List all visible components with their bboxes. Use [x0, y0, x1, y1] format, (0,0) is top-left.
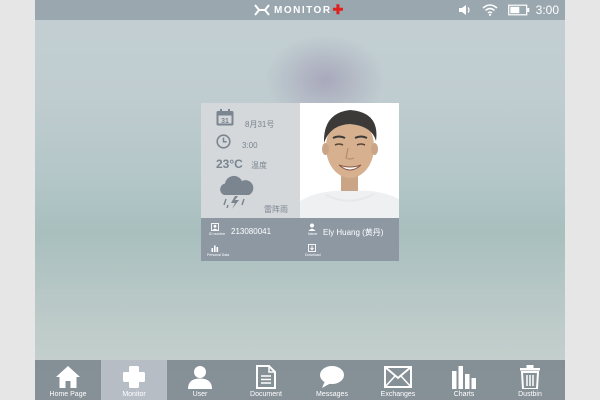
trash-icon	[520, 364, 540, 389]
name-label: Name	[308, 232, 318, 236]
taskbar-label: Home Page	[49, 391, 87, 398]
personal-data-chart-icon	[211, 245, 219, 252]
calendar-day: 31	[221, 118, 229, 125]
temperature-value: 23°C	[216, 157, 243, 171]
battery-icon	[507, 4, 530, 16]
personal-data-button[interactable]: Personal Data	[206, 243, 236, 259]
taskbar-label: Exchanges	[380, 391, 416, 398]
patient-photo	[300, 103, 399, 218]
temperature-label: 温度	[251, 161, 267, 170]
brand-cross: ✚	[332, 2, 344, 17]
document-icon	[256, 364, 276, 389]
volume-icon[interactable]	[458, 4, 472, 16]
monitor-screen: MONITOR ✚ 3:00 31 8月31号 3:00 23°C 温度 雷阵雨…	[35, 0, 565, 400]
personal-data-label: Personal Data	[207, 253, 230, 257]
weather-text: 雷阵雨	[264, 205, 288, 214]
taskbar-item-user[interactable]: User	[167, 360, 233, 400]
download-label: Download	[305, 253, 321, 257]
taskbar-item-charts[interactable]: Charts	[431, 360, 497, 400]
taskbar-label: User	[192, 391, 208, 398]
bar-chart-icon	[452, 365, 476, 389]
status-clock: 3:00	[535, 3, 559, 17]
info-panel: 31 8月31号 3:00 23°C 温度 雷阵雨	[201, 103, 300, 218]
taskbar: Home Page Monitor User Document Messages…	[35, 360, 565, 400]
taskbar-label: Monitor	[122, 391, 146, 398]
taskbar-label: Messages	[316, 391, 348, 398]
user-icon	[188, 365, 212, 389]
envelope-icon	[384, 365, 412, 388]
patient-info-card: 31 8月31号 3:00 23°C 温度 雷阵雨 ID number 2130…	[201, 103, 399, 261]
taskbar-label: Document	[250, 391, 282, 398]
date-text: 8月31号	[245, 120, 275, 129]
patient-info-bar: ID number 213080041 Name Ely Huang (黄丹) …	[201, 218, 399, 261]
thunderstorm-icon	[220, 175, 254, 209]
taskbar-item-dustbin[interactable]: Dustbin	[497, 360, 563, 400]
name-person-icon	[308, 223, 316, 231]
brand-logo: MONITOR ✚	[253, 3, 343, 17]
taskbar-label: Dustbin	[518, 391, 542, 398]
download-icon	[308, 244, 316, 252]
top-status-bar: MONITOR ✚ 3:00	[35, 0, 565, 20]
cross-icon	[123, 365, 145, 388]
id-value: 213080041	[231, 227, 272, 236]
message-icon	[320, 365, 344, 388]
brand-mark-icon	[254, 4, 270, 16]
clock-icon	[216, 134, 231, 149]
taskbar-item-messages[interactable]: Messages	[299, 360, 365, 400]
taskbar-item-exchanges[interactable]: Exchanges	[365, 360, 431, 400]
taskbar-item-monitor[interactable]: Monitor	[101, 360, 167, 400]
download-button[interactable]: Download	[304, 243, 328, 259]
id-label: ID number	[209, 232, 226, 236]
home-icon	[56, 365, 80, 388]
taskbar-label: Charts	[453, 391, 475, 398]
wifi-icon[interactable]	[482, 4, 498, 16]
taskbar-item-document[interactable]: Document	[233, 360, 299, 400]
taskbar-item-home-page[interactable]: Home Page	[35, 360, 101, 400]
brand-wordmark: MONITOR	[274, 4, 332, 16]
id-card-icon	[211, 223, 219, 231]
status-area: 3:00	[448, 2, 559, 18]
time-text: 3:00	[242, 141, 258, 150]
name-value: Ely Huang (黄丹)	[323, 228, 384, 237]
